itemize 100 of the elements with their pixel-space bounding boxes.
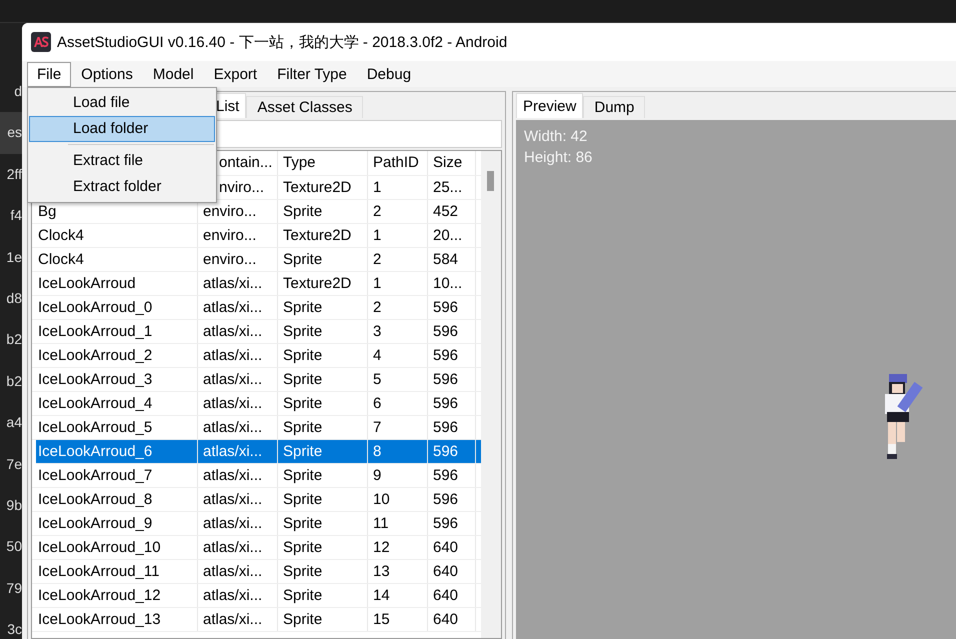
table-cell: Sprite: [278, 608, 368, 631]
table-row[interactable]: IceLookArroud_6 atlas/xi... Sprite 8 596: [36, 440, 481, 464]
background-list-item: a4: [5, 413, 22, 432]
table-cell: IceLookArroud_13: [32, 608, 198, 631]
table-cell: IceLookArroud_9: [32, 512, 198, 535]
table-cell: atlas/xi...: [198, 392, 278, 415]
table-cell: atlas/xi...: [198, 320, 278, 343]
table-cell: 596: [428, 440, 476, 463]
background-list-item: 7e: [5, 454, 22, 474]
table-cell: 6: [368, 392, 428, 415]
table-cell: IceLookArroud_8: [32, 488, 198, 511]
table-cell: atlas/xi...: [198, 488, 278, 511]
table-cell: 11: [368, 512, 428, 535]
table-cell: Clock4: [32, 248, 198, 271]
table-cell: 596: [428, 344, 476, 367]
table-cell: atlas/xi...: [198, 296, 278, 319]
table-cell: IceLookArroud_6: [36, 440, 198, 463]
table-cell: 596: [428, 416, 476, 439]
menu-item[interactable]: Debug: [356, 62, 422, 86]
background-list-item: 3c: [6, 620, 22, 639]
table-row[interactable]: IceLookArroud_7 atlas/xi... Sprite 9 596: [32, 464, 481, 488]
table-row[interactable]: IceLookArroud_3 atlas/xi... Sprite 5 596: [32, 368, 481, 392]
table-cell: atlas/xi...: [198, 272, 278, 295]
table-row[interactable]: IceLookArroud atlas/xi... Texture2D 1 10...: [32, 272, 481, 296]
table-cell: 596: [428, 320, 476, 343]
table-cell: 8: [368, 440, 428, 463]
table-cell: Texture2D: [278, 224, 368, 247]
tab[interactable]: Asset Classes: [246, 96, 364, 118]
menu-item[interactable]: Export: [204, 62, 268, 86]
table-cell: 596: [428, 392, 476, 415]
background-list-item: es: [0, 112, 22, 154]
menu-item[interactable]: Options: [71, 62, 143, 86]
table-row[interactable]: Clock4 enviro... Texture2D 1 20...: [32, 224, 481, 248]
table-cell: 584: [428, 248, 476, 271]
table-cell: 640: [428, 608, 476, 631]
table-cell: 596: [428, 464, 476, 487]
table-cell: atlas/xi...: [198, 584, 278, 607]
table-cell: enviro...: [198, 224, 278, 247]
background-list-item: 1e: [5, 248, 22, 267]
image-width-text: Width: 42: [524, 127, 588, 147]
table-row[interactable]: IceLookArroud_0 atlas/xi... Sprite 2 596: [32, 296, 481, 320]
table-row[interactable]: IceLookArroud_11 atlas/xi... Sprite 13 640: [32, 560, 481, 584]
table-cell: 15: [368, 608, 428, 631]
background-list-item: f4: [9, 206, 22, 226]
table-cell: Sprite: [278, 560, 368, 583]
table-row[interactable]: Clock4 enviro... Sprite 2 584: [32, 248, 481, 272]
table-cell: 12: [368, 536, 428, 559]
image-height-text: Height: 86: [524, 148, 594, 168]
table-row[interactable]: IceLookArroud_9 atlas/xi... Sprite 11 596: [32, 512, 481, 536]
table-cell: 596: [428, 368, 476, 391]
table-cell: atlas/xi...: [198, 464, 278, 487]
table-cell: atlas/xi...: [198, 440, 278, 463]
menu-item[interactable]: Filter Type: [267, 62, 357, 86]
table-cell: IceLookArroud_4: [32, 392, 198, 415]
scrollbar[interactable]: [481, 151, 501, 638]
table-cell: Sprite: [278, 488, 368, 511]
table-cell: 1: [368, 272, 428, 295]
menu-item[interactable]: Model: [142, 62, 204, 86]
table-cell: Sprite: [278, 248, 368, 271]
table-cell: Sprite: [278, 296, 368, 319]
background-list-item: 79: [5, 578, 22, 598]
table-cell: Sprite: [278, 464, 368, 487]
table-cell: 640: [428, 536, 476, 559]
tab[interactable]: Dump: [583, 96, 646, 118]
table-cell: Sprite: [278, 368, 368, 391]
table-cell: IceLookArroud: [32, 272, 198, 295]
table-cell: atlas/xi...: [198, 608, 278, 631]
table-cell: 596: [428, 512, 476, 535]
table-cell: IceLookArroud_12: [32, 584, 198, 607]
table-cell: 640: [428, 584, 476, 607]
table-cell: Clock4: [32, 224, 198, 247]
table-cell: atlas/xi...: [198, 368, 278, 391]
menu-item[interactable]: Load folder: [29, 116, 215, 142]
table-cell: 1: [368, 224, 428, 247]
table-cell: Texture2D: [278, 272, 368, 295]
table-cell: 640: [428, 560, 476, 583]
table-row[interactable]: IceLookArroud_12 atlas/xi... Sprite 14 640: [32, 584, 481, 608]
table-row[interactable]: IceLookArroud_1 atlas/xi... Sprite 3 596: [32, 320, 481, 344]
table-cell: Sprite: [278, 512, 368, 535]
table-cell: 13: [368, 560, 428, 583]
menu-item[interactable]: File: [27, 62, 72, 86]
table-cell: 9: [368, 464, 428, 487]
background-list-item: b2: [5, 330, 22, 350]
table-cell: IceLookArroud_0: [32, 296, 198, 319]
table-row[interactable]: IceLookArroud_4 atlas/xi... Sprite 6 596: [32, 392, 481, 416]
table-cell: IceLookArroud_10: [32, 536, 198, 559]
table-cell: 1: [368, 176, 428, 199]
column-header[interactable]: Size: [428, 151, 476, 175]
column-header[interactable]: Type: [278, 151, 368, 175]
table-cell: 2: [368, 248, 428, 271]
background-list-item: d: [13, 82, 22, 101]
table-cell: atlas/xi...: [198, 560, 278, 583]
column-header[interactable]: PathID: [368, 151, 428, 175]
table-cell: 10: [368, 488, 428, 511]
scrollbar-thumb[interactable]: [487, 171, 494, 191]
table-row[interactable]: IceLookArroud_10 atlas/xi... Sprite 12 640: [32, 536, 481, 560]
table-row[interactable]: IceLookArroud_8 atlas/xi... Sprite 10 596: [32, 488, 481, 512]
table-row[interactable]: IceLookArroud_13 atlas/xi... Sprite 15 640: [32, 608, 481, 632]
tab[interactable]: Preview: [516, 93, 584, 118]
table-row[interactable]: IceLookArroud_2 atlas/xi... Sprite 4 596: [32, 344, 481, 368]
